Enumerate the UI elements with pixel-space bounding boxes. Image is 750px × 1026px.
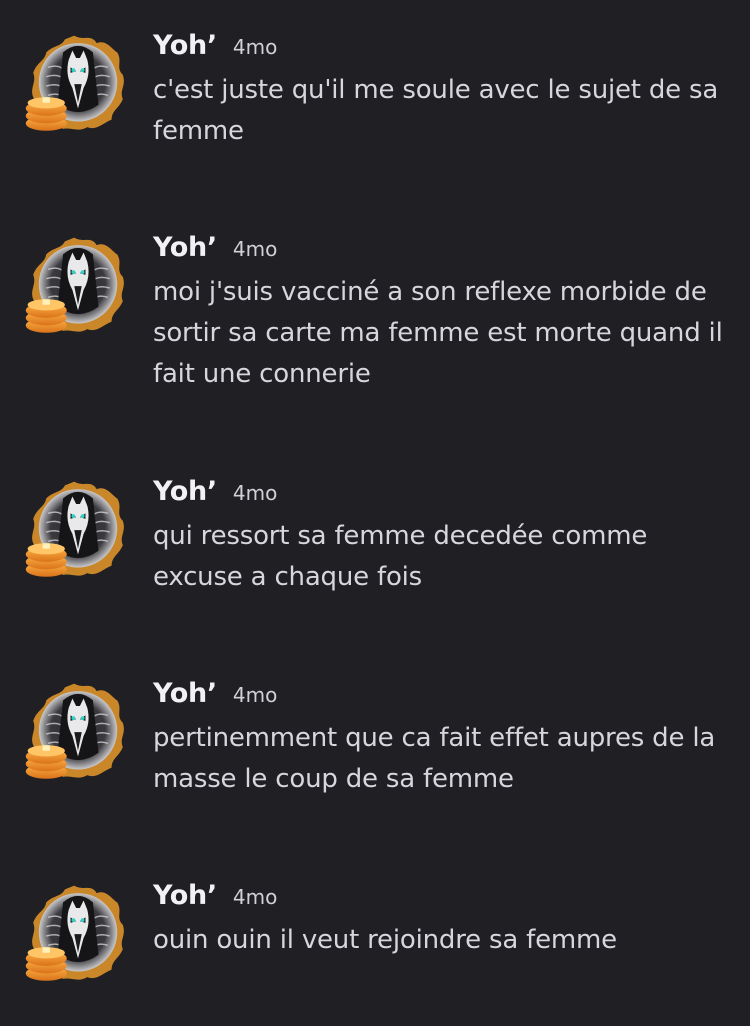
message-content: Yoh’ 4mo c'est juste qu'il me soule avec…	[153, 30, 733, 152]
message-header: Yoh’ 4mo	[153, 476, 733, 508]
message-text: c'est juste qu'il me soule avec le sujet…	[153, 75, 719, 146]
user-avatar[interactable]	[22, 678, 134, 790]
username[interactable]: Yoh’	[153, 476, 217, 507]
message-text: moi j'suis vacciné a son reflexe morbide…	[153, 277, 723, 389]
message-header: Yoh’ 4mo	[153, 880, 733, 912]
user-avatar[interactable]	[22, 30, 134, 142]
timestamp: 4mo	[232, 35, 278, 59]
username[interactable]: Yoh’	[153, 232, 217, 263]
hooded-wolf-avatar-icon	[24, 884, 125, 982]
message-content: Yoh’ 4mo ouin ouin il veut rejoindre sa …	[153, 880, 733, 961]
timestamp: 4mo	[232, 683, 278, 707]
user-avatar[interactable]	[22, 880, 134, 992]
user-avatar[interactable]	[22, 232, 134, 344]
hooded-wolf-avatar-icon	[24, 682, 125, 780]
hooded-wolf-avatar-icon	[24, 34, 125, 132]
message-text: pertinemment que ca fait effet aupres de…	[153, 723, 716, 794]
timestamp: 4mo	[232, 885, 278, 909]
user-avatar[interactable]	[22, 476, 134, 588]
message-text: qui ressort sa femme decedée comme excus…	[153, 521, 648, 592]
timestamp: 4mo	[232, 237, 278, 261]
message-header: Yoh’ 4mo	[153, 30, 733, 62]
hooded-wolf-avatar-icon	[24, 480, 125, 578]
message-content: Yoh’ 4mo qui ressort sa femme decedée co…	[153, 476, 733, 598]
message-header: Yoh’ 4mo	[153, 678, 733, 710]
hooded-wolf-avatar-icon	[24, 236, 125, 334]
username[interactable]: Yoh’	[153, 30, 217, 61]
message-text: ouin ouin il veut rejoindre sa femme	[153, 925, 617, 955]
timestamp: 4mo	[232, 481, 278, 505]
username[interactable]: Yoh’	[153, 678, 217, 709]
message-header: Yoh’ 4mo	[153, 232, 733, 264]
message-content: Yoh’ 4mo pertinemment que ca fait effet …	[153, 678, 733, 800]
message-content: Yoh’ 4mo moi j'suis vacciné a son reflex…	[153, 232, 733, 395]
username[interactable]: Yoh’	[153, 880, 217, 911]
